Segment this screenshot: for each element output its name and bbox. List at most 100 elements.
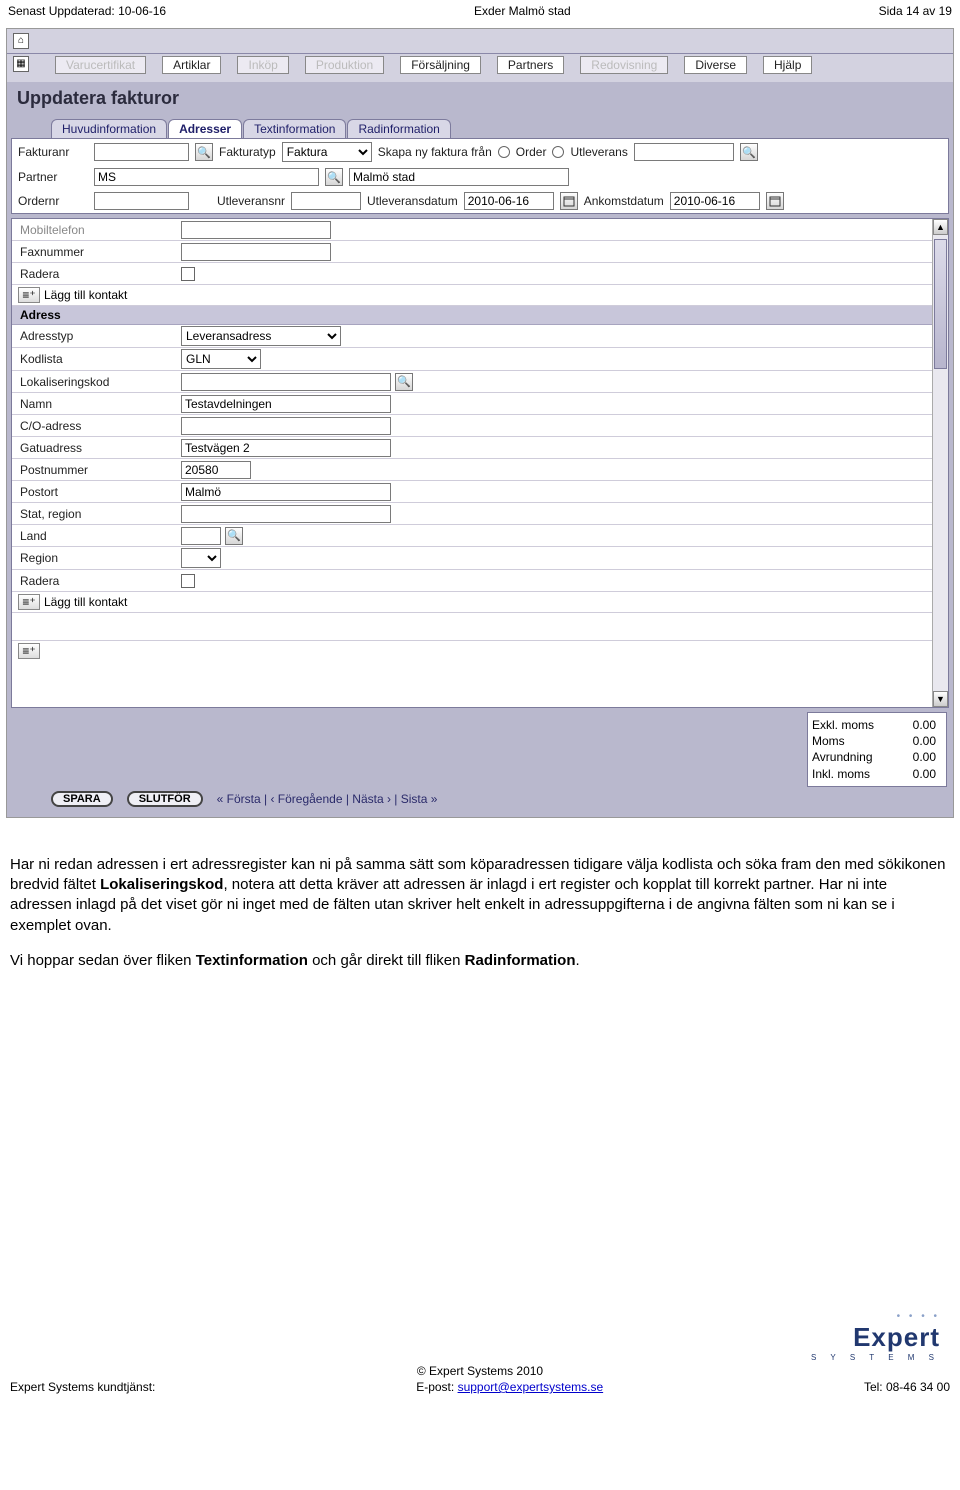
label-stat: Stat, region bbox=[12, 505, 177, 523]
add-contact-label: Lägg till kontakt bbox=[44, 288, 127, 302]
scroll-up-icon[interactable]: ▲ bbox=[933, 219, 948, 235]
support-email-link[interactable]: support@expertsystems.se bbox=[458, 1380, 604, 1394]
nav-diverse[interactable]: Diverse bbox=[684, 56, 747, 74]
copyright: © Expert Systems 2010 bbox=[10, 1364, 950, 1378]
footer-left: Expert Systems kundtjänst: bbox=[10, 1380, 155, 1394]
pager[interactable]: « Första | ‹ Föregående | Nästa › | Sist… bbox=[217, 792, 438, 806]
namn-input[interactable] bbox=[181, 395, 391, 413]
lokaliseringskod-input[interactable] bbox=[181, 373, 391, 391]
kodlista-select[interactable]: GLN bbox=[181, 349, 261, 369]
page-footer: • • • • Expert S Y S T E M S © Expert Sy… bbox=[0, 1356, 960, 1404]
label-postort: Postort bbox=[12, 483, 177, 501]
nav-produktion[interactable]: Produktion bbox=[305, 56, 384, 74]
partner-name-input[interactable] bbox=[349, 168, 569, 186]
label-faxnummer: Faxnummer bbox=[12, 243, 177, 261]
label-utleveransdatum: Utleveransdatum bbox=[367, 194, 458, 208]
tab-textinformation[interactable]: Textinformation bbox=[243, 119, 346, 138]
gatuadress-input[interactable] bbox=[181, 439, 391, 457]
calendar-icon[interactable] bbox=[766, 192, 784, 210]
region-select[interactable] bbox=[181, 548, 221, 568]
scrollbar[interactable]: ▲ ▼ bbox=[932, 219, 948, 707]
postnummer-input[interactable] bbox=[181, 461, 251, 479]
doc-header-left: Senast Uppdaterad: 10-06-16 bbox=[8, 4, 166, 18]
label-namn: Namn bbox=[12, 395, 177, 413]
total-avr-label: Avrundning bbox=[812, 749, 873, 765]
scroll-thumb[interactable] bbox=[934, 239, 947, 369]
postort-input[interactable] bbox=[181, 483, 391, 501]
ordernr-input[interactable] bbox=[94, 192, 189, 210]
detail-scroll: Mobiltelefon Faxnummer Radera ≡⁺ Lägg til… bbox=[11, 218, 949, 708]
label-partner: Partner bbox=[18, 170, 88, 184]
nav-hjalp[interactable]: Hjälp bbox=[763, 56, 812, 74]
search-icon[interactable]: 🔍 bbox=[325, 168, 343, 186]
adresstyp-select[interactable]: Leveransadress bbox=[181, 326, 341, 346]
label-kodlista: Kodlista bbox=[12, 350, 177, 368]
label-mobiltelefon: Mobiltelefon bbox=[12, 221, 177, 239]
label-ankomstdatum: Ankomstdatum bbox=[584, 194, 664, 208]
nav-artiklar[interactable]: Artiklar bbox=[162, 56, 221, 74]
scroll-down-icon[interactable]: ▼ bbox=[933, 691, 948, 707]
label-land: Land bbox=[12, 527, 177, 545]
tab-huvudinformation[interactable]: Huvudinformation bbox=[51, 119, 167, 138]
add-icon[interactable]: ≡⁺ bbox=[18, 643, 40, 659]
label-utleverans: Utleverans bbox=[570, 145, 627, 159]
label-fakturatyp: Fakturatyp bbox=[219, 145, 276, 159]
total-moms-label: Moms bbox=[812, 733, 845, 749]
tab-adresser[interactable]: Adresser bbox=[168, 119, 242, 138]
radera2-checkbox[interactable] bbox=[181, 574, 195, 588]
footer-mid: E-post: support@expertsystems.se bbox=[416, 1380, 603, 1394]
mobiltelefon-input[interactable] bbox=[181, 221, 331, 239]
tab-radinformation[interactable]: Radinformation bbox=[347, 119, 450, 138]
co-input[interactable] bbox=[181, 417, 391, 435]
page-title: Uppdatera fakturor bbox=[7, 82, 953, 119]
spara-button[interactable]: SPARA bbox=[51, 791, 113, 807]
slutfor-button[interactable]: SLUTFÖR bbox=[127, 791, 203, 807]
nav-redovisning[interactable]: Redovisning bbox=[580, 56, 668, 74]
total-inkl-label: Inkl. moms bbox=[812, 766, 870, 782]
fakturatyp-select[interactable]: Faktura bbox=[282, 142, 372, 162]
nav-partners[interactable]: Partners bbox=[497, 56, 564, 74]
tabs: Huvudinformation Adresser Textinformatio… bbox=[7, 119, 953, 138]
section-adress: Adress bbox=[12, 306, 932, 325]
search-icon[interactable]: 🔍 bbox=[740, 143, 758, 161]
fakturanr-input[interactable] bbox=[94, 143, 189, 161]
add-contact-icon[interactable]: ≡⁺ bbox=[18, 287, 40, 303]
partner-input[interactable] bbox=[94, 168, 319, 186]
nav-varucertifikat[interactable]: Varucertifikat bbox=[55, 56, 146, 74]
add-contact-label2: Lägg till kontakt bbox=[44, 595, 127, 609]
utleveransnr-input[interactable] bbox=[291, 192, 361, 210]
nav-forsaljning[interactable]: Försäljning bbox=[400, 56, 481, 74]
label-adresstyp: Adresstyp bbox=[12, 327, 177, 345]
bold-textinformation: Textinformation bbox=[196, 952, 308, 969]
label-lokaliseringskod: Lokaliseringskod bbox=[12, 373, 177, 391]
radio-utleverans[interactable] bbox=[552, 146, 564, 158]
utleverans-input[interactable] bbox=[634, 143, 734, 161]
radio-order[interactable] bbox=[498, 146, 510, 158]
label-region: Region bbox=[12, 549, 177, 567]
calendar-icon[interactable] bbox=[560, 192, 578, 210]
doc-header: Senast Uppdaterad: 10-06-16 Exder Malmö … bbox=[0, 0, 960, 24]
total-inkl-val: 0.00 bbox=[913, 766, 936, 782]
label-fakturanr: Fakturanr bbox=[18, 145, 88, 159]
add-contact-icon[interactable]: ≡⁺ bbox=[18, 594, 40, 610]
nav-inkop[interactable]: Inköp bbox=[237, 56, 288, 74]
search-icon[interactable]: 🔍 bbox=[395, 373, 413, 391]
radera-checkbox[interactable] bbox=[181, 267, 195, 281]
stat-input[interactable] bbox=[181, 505, 391, 523]
body-text: Har ni redan adressen i ert adressregist… bbox=[0, 828, 960, 1016]
doc-header-right: Sida 14 av 19 bbox=[879, 4, 952, 18]
grid-icon[interactable]: ▦ bbox=[13, 56, 29, 72]
label-radera: Radera bbox=[12, 265, 177, 283]
window-topbar: ⌂ bbox=[7, 29, 953, 54]
faxnummer-input[interactable] bbox=[181, 243, 331, 261]
doc-header-center: Exder Malmö stad bbox=[474, 4, 571, 18]
utleveransdatum-input[interactable] bbox=[464, 192, 554, 210]
land-input[interactable] bbox=[181, 527, 221, 545]
ankomstdatum-input[interactable] bbox=[670, 192, 760, 210]
search-icon[interactable]: 🔍 bbox=[225, 527, 243, 545]
form-footer: SPARA SLUTFÖR « Första | ‹ Föregående | … bbox=[11, 787, 949, 813]
label-co: C/O-adress bbox=[12, 417, 177, 435]
search-icon[interactable]: 🔍 bbox=[195, 143, 213, 161]
home-icon[interactable]: ⌂ bbox=[13, 33, 29, 49]
total-avr-val: 0.00 bbox=[913, 749, 936, 765]
